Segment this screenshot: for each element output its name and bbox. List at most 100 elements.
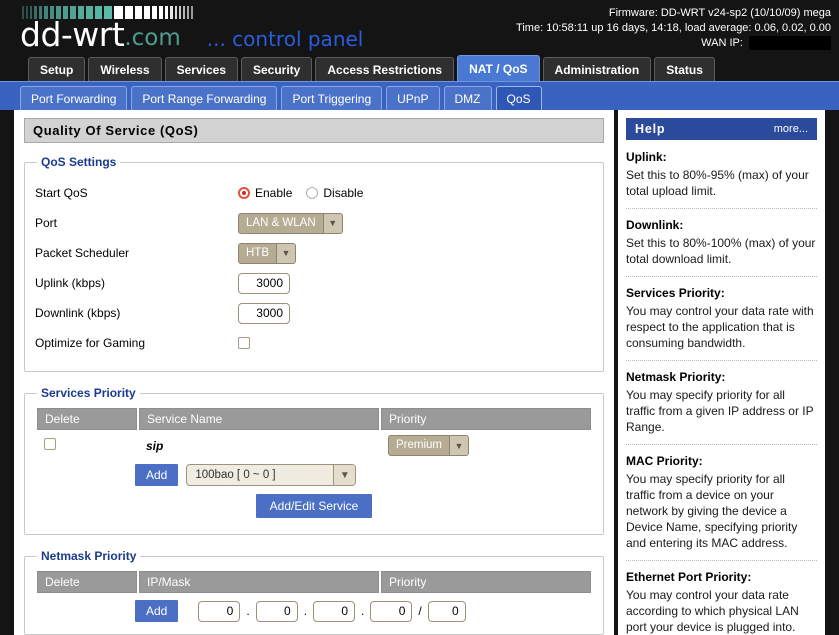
tab-setup[interactable]: Setup bbox=[28, 57, 86, 81]
site-logo: dd-wrt .com ... control panel bbox=[20, 16, 363, 52]
chevron-down-icon: ▼ bbox=[276, 243, 295, 263]
services-priority-section: Services Priority Delete Service Name Pr… bbox=[24, 386, 604, 535]
uplink-label: Uplink (kbps) bbox=[35, 276, 106, 290]
wan-ip-label: WAN IP: bbox=[701, 37, 743, 49]
col-priority: Priority bbox=[381, 571, 591, 593]
enable-label: Enable bbox=[255, 186, 293, 200]
downlink-input[interactable] bbox=[238, 302, 290, 324]
tab-access-restrictions[interactable]: Access Restrictions bbox=[315, 57, 455, 81]
ip-octet-3-input[interactable] bbox=[313, 600, 356, 622]
add-edit-service-button[interactable]: Add/Edit Service bbox=[255, 494, 373, 518]
col-service-name: Service Name bbox=[139, 408, 379, 430]
service-priority-select[interactable]: Premium ▼ bbox=[388, 435, 470, 456]
tab-nat-qos[interactable]: NAT / QoS bbox=[457, 55, 540, 81]
ip-octet-1-input[interactable] bbox=[198, 600, 241, 622]
sub-navigation-tabs: Port Forwarding Port Range Forwarding Port… bbox=[0, 81, 839, 111]
service-delete-cell bbox=[37, 430, 137, 461]
col-delete: Delete bbox=[37, 571, 137, 593]
help-more-link[interactable]: more... bbox=[774, 123, 808, 135]
chevron-down-icon: ▼ bbox=[322, 213, 342, 233]
subtab-port-triggering[interactable]: Port Triggering bbox=[281, 86, 383, 111]
tab-status[interactable]: Status bbox=[654, 57, 715, 81]
help-section-body: You may control your data rate with resp… bbox=[626, 304, 814, 350]
netmask-table-header-row: Delete IP/Mask Priority bbox=[37, 571, 591, 593]
start-qos-disable-option[interactable]: Disable bbox=[306, 186, 363, 200]
ip-dot-2: . bbox=[303, 604, 308, 618]
tab-administration[interactable]: Administration bbox=[542, 57, 652, 81]
downlink-label: Downlink (kbps) bbox=[35, 306, 121, 320]
services-table-header-row: Delete Service Name Priority bbox=[37, 408, 591, 430]
services-priority-table: Delete Service Name Priority sip Premium ▼ bbox=[35, 408, 593, 461]
add-edit-service-row: Add/Edit Service bbox=[35, 486, 593, 522]
help-section-heading: Downlink: bbox=[626, 218, 684, 232]
service-select[interactable]: 100bao [ 0 ~ 0 ] ▼ bbox=[186, 464, 357, 486]
port-select[interactable]: LAN & WLAN ▼ bbox=[238, 212, 343, 234]
subtab-upnp[interactable]: UPnP bbox=[386, 86, 440, 111]
add-netmask-button[interactable]: Add bbox=[135, 600, 179, 622]
port-label: Port bbox=[35, 216, 58, 230]
service-priority-cell: Premium ▼ bbox=[381, 430, 591, 461]
dd-wrt-control-panel: dd-wrt .com ... control panel Firmware: … bbox=[0, 0, 839, 635]
help-divider bbox=[626, 360, 817, 361]
subtab-qos[interactable]: QoS bbox=[495, 86, 542, 111]
help-section-body: You may specify priority for all traffic… bbox=[626, 388, 814, 434]
help-divider bbox=[626, 276, 817, 277]
services-priority-legend: Services Priority bbox=[41, 386, 136, 400]
radio-enable-icon[interactable] bbox=[238, 187, 250, 199]
help-divider bbox=[626, 444, 817, 445]
page-body: Quality Of Service (QoS) QoS Settings St… bbox=[0, 110, 839, 635]
add-service-button[interactable]: Add bbox=[135, 464, 179, 486]
logo-control-panel-text: ... control panel bbox=[206, 27, 364, 51]
packet-scheduler-select[interactable]: HTB ▼ bbox=[238, 242, 296, 264]
subtab-port-forwarding[interactable]: Port Forwarding bbox=[20, 86, 128, 111]
subtab-port-range-forwarding[interactable]: Port Range Forwarding bbox=[131, 86, 278, 111]
mask-slash: / bbox=[418, 604, 422, 618]
service-select-value: 100bao [ 0 ~ 0 ] bbox=[195, 469, 276, 481]
help-divider bbox=[626, 208, 817, 209]
subtab-dmz[interactable]: DMZ bbox=[443, 86, 492, 111]
port-row: Port LAN & WLAN ▼ bbox=[35, 209, 593, 237]
page-title: Quality Of Service (QoS) bbox=[24, 118, 604, 143]
packet-scheduler-row: Packet Scheduler HTB ▼ bbox=[35, 239, 593, 267]
start-qos-row: Start QoS Enable Disable bbox=[35, 179, 593, 207]
service-priority-value: Premium bbox=[396, 439, 443, 451]
service-delete-checkbox[interactable] bbox=[44, 438, 56, 450]
tab-wireless[interactable]: Wireless bbox=[88, 57, 162, 81]
optimize-gaming-checkbox[interactable] bbox=[238, 337, 250, 349]
help-section-body: You may specify priority for all traffic… bbox=[626, 472, 798, 550]
help-section-5: MAC Priority: You may specify priority fo… bbox=[626, 454, 817, 551]
start-qos-enable-option[interactable]: Enable bbox=[238, 186, 292, 200]
help-panel-header: Help more... bbox=[626, 118, 817, 140]
firmware-text: Firmware: DD-WRT v24-sp2 (10/10/09) mega bbox=[608, 7, 831, 19]
uplink-row: Uplink (kbps) bbox=[35, 269, 593, 297]
help-divider bbox=[626, 560, 817, 561]
wan-ip-row: WAN IP: bbox=[516, 36, 831, 51]
ip-dot-3: . bbox=[361, 604, 365, 618]
qos-settings-section: QoS Settings Start QoS Enable Disable Po… bbox=[24, 155, 604, 372]
ip-octet-2-input[interactable] bbox=[255, 600, 298, 622]
port-select-value: LAN & WLAN bbox=[246, 216, 316, 229]
uptime-text: Time: 10:58:11 up 16 days, 14:18, load a… bbox=[516, 22, 831, 34]
netmask-priority-section: Netmask Priority Delete IP/Mask Priority… bbox=[24, 549, 604, 635]
downlink-row: Downlink (kbps) bbox=[35, 299, 593, 327]
logo-com-text: .com bbox=[124, 24, 181, 51]
table-row: sip Premium ▼ bbox=[37, 430, 591, 461]
netmask-bits-input[interactable] bbox=[427, 600, 466, 622]
ip-dot-1: . bbox=[246, 604, 250, 618]
radio-disable-icon[interactable] bbox=[306, 187, 319, 199]
tab-services[interactable]: Services bbox=[164, 57, 238, 81]
service-name-cell: sip bbox=[139, 430, 379, 461]
help-section-1: Uplink: Set this to 80%-95% (max) of your… bbox=[626, 150, 817, 199]
packet-scheduler-value: HTB bbox=[246, 246, 269, 259]
netmask-priority-legend: Netmask Priority bbox=[41, 549, 137, 563]
tab-security[interactable]: Security bbox=[241, 57, 313, 81]
help-panel: Help more... Uplink: Set this to 80%-95% … bbox=[618, 110, 825, 635]
uplink-input[interactable] bbox=[238, 272, 290, 294]
help-section-body: You may control your data rate according… bbox=[626, 588, 799, 634]
help-section-heading: MAC Priority: bbox=[626, 454, 703, 468]
help-section-heading: Uplink: bbox=[626, 150, 667, 164]
packet-scheduler-label: Packet Scheduler bbox=[35, 246, 130, 260]
ip-octet-4-input[interactable] bbox=[370, 600, 413, 622]
help-title: Help bbox=[635, 122, 666, 136]
service-name-value: sip bbox=[146, 438, 164, 453]
